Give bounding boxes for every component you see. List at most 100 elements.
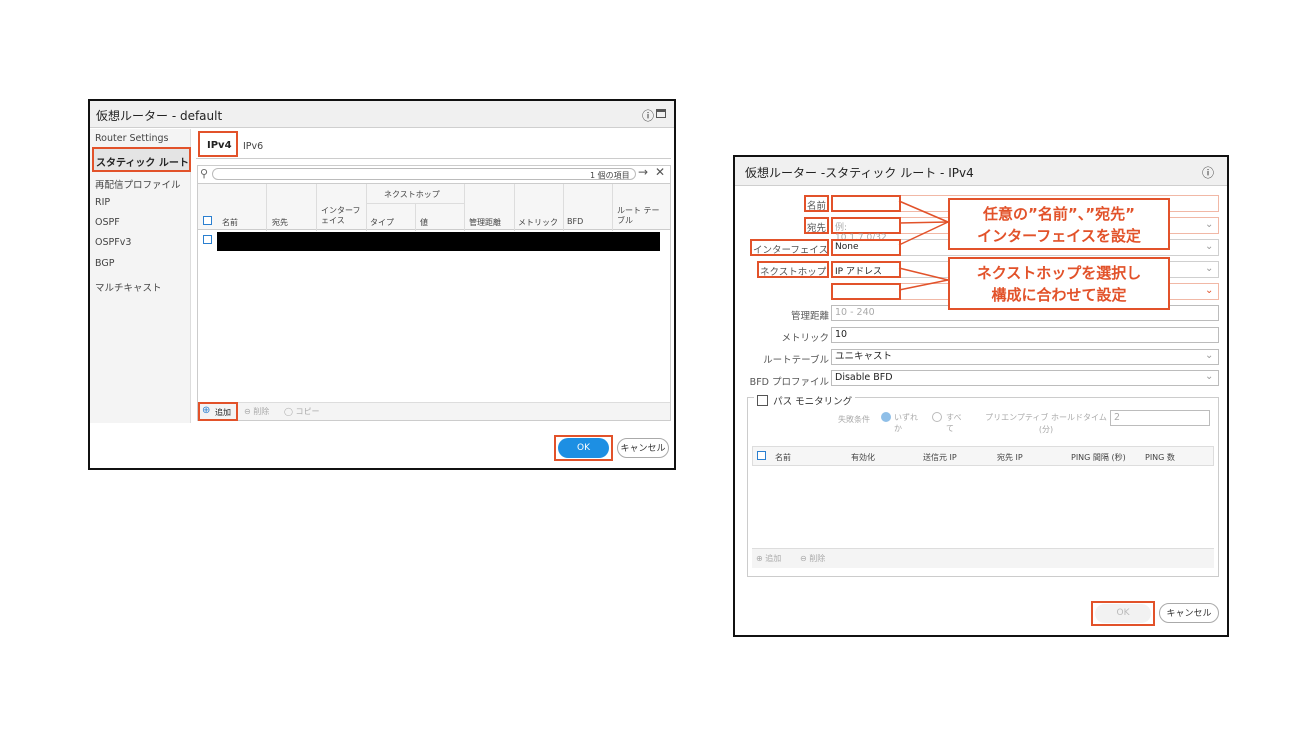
metric-label: メトリック [781,333,829,344]
help-icon[interactable]: ⓘ [642,107,654,124]
monitor-add-button[interactable]: ⊕ 追加 [756,553,781,564]
monitor-delete-button[interactable]: ⊖ 削除 [800,553,825,564]
close-icon[interactable]: ✕ [655,165,665,179]
monitor-col-enabled[interactable]: 有効化 [851,452,875,463]
route-table-panel: ⚲ 1 個の項目 → ✕ 名前 宛先 インターフェイス ネクストホップ タイプ … [197,165,671,421]
monitor-col-name[interactable]: 名前 [775,452,791,463]
radio-any-label: いずれか [894,413,918,433]
sidebar-item-multicast[interactable]: マルチキャスト [95,280,162,294]
nexthop-select[interactable]: IP アドレス [831,261,901,278]
dest-input[interactable]: 例: 10.1.7.0/32 [831,217,901,243]
col-divider [316,184,317,231]
col-name[interactable]: 名前 [222,217,238,228]
sidebar-item-redistribution[interactable]: 再配信プロファイル [95,177,181,191]
delete-button[interactable]: ⊖ 削除 [244,406,269,417]
right-dialog-titlebar: 仮想ルーター -スタティック ルート - IPv4 ⓘ [735,157,1227,186]
callout2-line1: ネクストホップを選択し [976,264,1142,282]
iface-value: None [835,242,859,252]
dest-label: 宛先 [807,223,827,234]
preemptive-input[interactable]: 2 [1110,410,1210,426]
col-route-table[interactable]: ルート テーブル [617,206,663,226]
sidebar-item-static-route[interactable]: スタティック ルート [92,147,191,172]
help-icon[interactable]: ⓘ [1202,164,1214,181]
sidebar-item-ospfv3[interactable]: OSPFv3 [95,237,131,248]
iface-label-highlight: インターフェイス [750,239,829,256]
col-divider [266,184,267,231]
monitor-table-footer: ⊕ 追加 ⊖ 削除 [752,548,1214,568]
path-monitoring-title: パス モニタリング [773,396,853,408]
path-monitoring-checkbox[interactable] [757,395,768,406]
metric-input[interactable]: 10 [831,327,1219,343]
name-input[interactable] [831,195,901,212]
nexthop-address-input[interactable] [831,283,901,300]
item-count: 1 個の項目 [590,171,630,180]
monitor-col-source-ip[interactable]: 送信元 IP [923,452,957,463]
arrow-right-icon[interactable]: → [638,165,648,179]
table-row-redacted[interactable] [217,232,660,251]
col-divider [514,184,515,231]
left-dialog-titlebar: 仮想ルーター - default ⓘ [90,101,674,128]
col-divider [415,204,416,231]
search-icon[interactable]: ⚲ [200,167,208,180]
tab-ipv4-label: IPv4 [207,140,232,151]
chevron-down-icon[interactable]: ⌄ [1205,241,1213,252]
callout1-line1: 任意の”名前”、”宛先” [983,205,1135,223]
fail-condition-label: 失敗条件 [838,415,870,424]
row-checkbox[interactable] [203,235,212,244]
copy-button[interactable]: ◯ コピー [284,406,320,417]
maximize-icon[interactable] [656,109,666,118]
monitor-col-dest-ip[interactable]: 宛先 IP [997,452,1023,463]
plus-circle-icon: ⊕ [202,405,211,416]
select-all-checkbox[interactable] [203,216,212,225]
sidebar-item-rip[interactable]: RIP [95,197,110,208]
preemptive-label: プリエンプティブ ホールドタイム (分) [985,413,1107,434]
chevron-down-icon[interactable]: ⌄ [1205,219,1213,230]
monitor-col-ping-count[interactable]: PING 数 [1145,452,1175,463]
monitor-col-ping-interval[interactable]: PING 間隔 (秒) [1071,452,1126,463]
left-sidebar: Router Settings スタティック ルート 再配信プロファイル RIP… [90,129,191,423]
admin-distance-label: 管理距離 [790,311,829,322]
add-button[interactable]: ⊕ 追加 [198,402,238,421]
admin-distance-placeholder: 10 - 240 [835,307,875,318]
monitor-select-all-checkbox[interactable] [757,451,766,460]
bfd-value: Disable BFD [835,372,893,383]
col-divider [464,184,465,231]
route-table-select[interactable]: ユニキャスト [831,349,1219,365]
sidebar-item-ospf[interactable]: OSPF [95,217,120,228]
col-destination[interactable]: 宛先 [272,217,288,228]
radio-all[interactable] [932,412,942,422]
sidebar-item-router-settings[interactable]: Router Settings [95,133,168,144]
col-type[interactable]: タイプ [370,217,394,228]
cancel-button[interactable]: キャンセル [1159,603,1219,623]
col-divider [563,184,564,231]
chevron-down-icon[interactable]: ⌄ [1205,350,1213,361]
dest-label-highlight: 宛先 [804,217,829,234]
col-interface[interactable]: インターフェイス [321,206,365,226]
add-label: 追加 [215,408,231,417]
ok-button[interactable]: OK [1095,604,1151,623]
bfd-select[interactable]: Disable BFD [831,370,1219,386]
tab-ipv4[interactable]: IPv4 [198,131,238,157]
radio-any[interactable] [881,412,891,422]
iface-select[interactable]: None [831,239,901,256]
tab-ipv6[interactable]: IPv6 [243,141,263,152]
chevron-down-icon[interactable]: ⌄ [1205,285,1213,296]
callout2-line2: 構成に合わせて設定 [991,286,1127,304]
monitor-table-header: 名前 有効化 送信元 IP 宛先 IP PING 間隔 (秒) PING 数 [752,446,1214,466]
col-metric[interactable]: メトリック [518,217,558,228]
chevron-down-icon[interactable]: ⌄ [1205,371,1213,382]
table-footer: ⊕ 追加 ⊖ 削除 ◯ コピー [198,402,670,421]
ok-button[interactable]: OK [558,438,609,458]
chevron-down-icon[interactable]: ⌄ [1205,263,1213,274]
col-value[interactable]: 値 [420,217,428,228]
cancel-button[interactable]: キャンセル [617,438,669,458]
callout1-line2: インターフェイスを設定 [977,227,1141,245]
copy-label: コピー [295,407,320,416]
col-admin-distance[interactable]: 管理距離 [469,217,501,228]
iface-label: インターフェイス [753,245,829,256]
search-input[interactable] [212,168,636,180]
col-bfd[interactable]: BFD [567,217,583,226]
ok-button-highlight: OK [554,435,613,461]
sidebar-item-bgp[interactable]: BGP [95,258,114,269]
right-dialog-title: 仮想ルーター -スタティック ルート - IPv4 [745,166,974,180]
